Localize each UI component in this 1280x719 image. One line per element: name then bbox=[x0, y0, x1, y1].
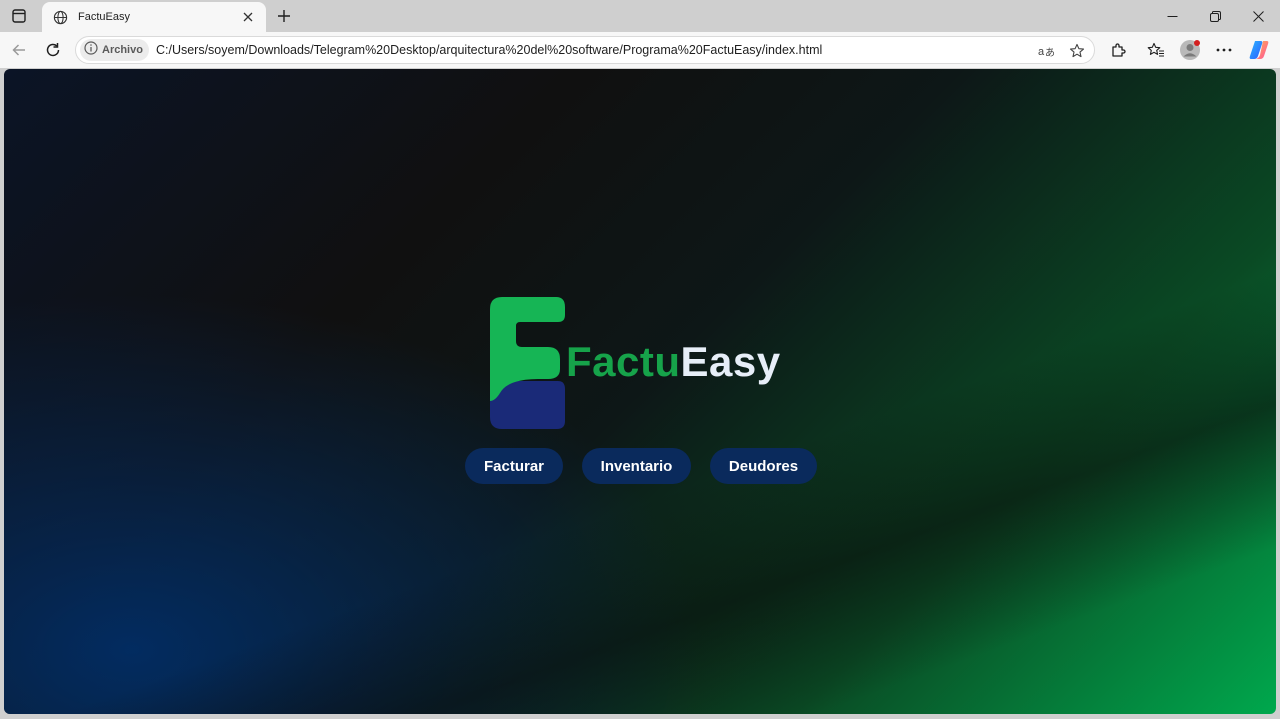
main-nav: Facturar Inventario Deudores bbox=[465, 448, 817, 484]
site-info-chip[interactable]: Archivo bbox=[80, 39, 149, 61]
translate-icon[interactable]: aあ bbox=[1036, 40, 1058, 62]
url-text[interactable]: C:/Users/soyem/Downloads/Telegram%20Desk… bbox=[156, 43, 822, 57]
security-chip-label: Archivo bbox=[102, 44, 143, 56]
close-icon[interactable] bbox=[240, 9, 256, 25]
extensions-icon[interactable] bbox=[1105, 37, 1131, 63]
logo-e-icon bbox=[490, 297, 565, 429]
brand-logo: FactuEasy bbox=[490, 297, 810, 431]
inventario-button[interactable]: Inventario bbox=[582, 448, 691, 484]
copilot-icon[interactable] bbox=[1246, 37, 1272, 63]
restore-icon[interactable] bbox=[1194, 0, 1237, 32]
info-icon bbox=[84, 40, 98, 60]
reload-icon[interactable] bbox=[40, 37, 66, 63]
brand-part1: Factu bbox=[566, 338, 681, 385]
browser-tab[interactable]: FactuEasy bbox=[42, 2, 266, 32]
favorites-icon[interactable] bbox=[1143, 37, 1169, 63]
back-icon[interactable] bbox=[6, 37, 32, 63]
globe-icon bbox=[52, 9, 68, 25]
svg-text:a: a bbox=[1038, 46, 1045, 58]
window-close-icon[interactable] bbox=[1237, 0, 1280, 32]
tab-actions-icon[interactable] bbox=[6, 4, 32, 28]
browser-toolbar: Archivo C:/Users/soyem/Downloads/Telegra… bbox=[0, 32, 1280, 68]
brand-part2: Easy bbox=[680, 338, 781, 385]
star-icon[interactable] bbox=[1066, 40, 1088, 62]
svg-text:あ: あ bbox=[1045, 47, 1055, 59]
plus-icon[interactable] bbox=[272, 4, 296, 28]
facturar-button[interactable]: Facturar bbox=[465, 448, 563, 484]
page-viewport: FactuEasy Facturar Inventario Deudores bbox=[4, 69, 1276, 714]
more-icon[interactable] bbox=[1211, 37, 1237, 63]
tab-strip: FactuEasy bbox=[0, 0, 1280, 32]
brand-wordmark: FactuEasy bbox=[566, 338, 781, 386]
tab-title: FactuEasy bbox=[78, 11, 130, 23]
minimize-icon[interactable] bbox=[1151, 0, 1194, 32]
address-bar[interactable]: Archivo C:/Users/soyem/Downloads/Telegra… bbox=[75, 36, 1095, 64]
deudores-button[interactable]: Deudores bbox=[710, 448, 817, 484]
profile-icon[interactable] bbox=[1177, 37, 1203, 63]
